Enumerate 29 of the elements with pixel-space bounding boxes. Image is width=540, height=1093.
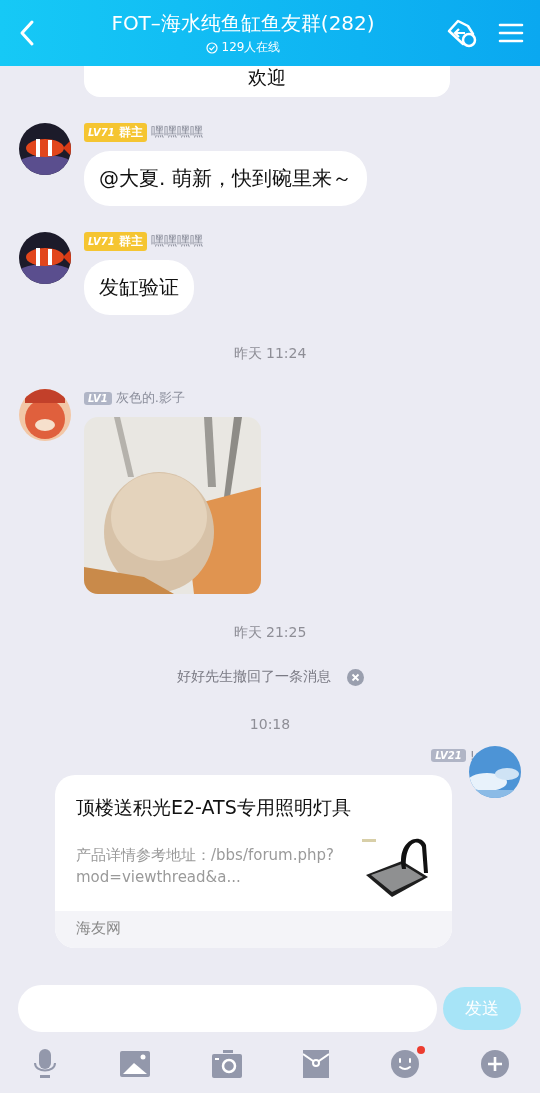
sender-name: 嘿嘿嘿嘿 — [150, 232, 203, 250]
envelope-icon[interactable] — [303, 1050, 330, 1078]
sender-name: ! — [469, 747, 475, 763]
link-description: 产品详情参考地址：/bbs/forum.php?mod=viewthread&a... — [76, 845, 335, 888]
online-count: 129人在线 — [221, 39, 281, 56]
chat-title: FOT–海水纯鱼缸鱼友群(282) — [111, 10, 375, 37]
plus-icon[interactable] — [481, 1050, 509, 1078]
recall-notice: 好好先生撤回了一条消息 — [176, 668, 331, 686]
smiley-icon[interactable] — [391, 1050, 420, 1078]
timestamp: 昨天 11:24 — [232, 345, 308, 363]
timestamp: 昨天 21:25 — [232, 624, 308, 642]
link-title: 顶楼送积光E2-ATS专用照明灯具 — [75, 795, 352, 820]
image-icon[interactable] — [119, 1051, 150, 1077]
level-badge: LV21 — [431, 748, 466, 762]
check-circle-icon — [205, 41, 218, 54]
message-bubble: @大夏. 萌新，快到碗里来～ — [84, 151, 367, 206]
message-bubble: 发缸验证 — [84, 260, 194, 315]
message-bubble: 欢迎 — [84, 66, 450, 97]
level-badge: LV1 — [84, 391, 112, 405]
microphone-icon[interactable] — [32, 1048, 58, 1080]
link-source: 海友网 — [55, 911, 452, 948]
link-card[interactable]: 顶楼送积光E2-ATS专用照明灯具 产品详情参考地址：/bbs/forum.php?mod=viewthread&a... 海友网 — [55, 775, 452, 948]
camera-icon[interactable] — [211, 1050, 242, 1078]
timestamp: 10:18 — [248, 716, 292, 732]
level-badge: LV71 群主 — [84, 231, 147, 251]
sender-name: 嘿嘿嘿嘿 — [150, 123, 203, 141]
sender-name: 灰色的.影子 — [115, 389, 185, 407]
close-icon[interactable] — [346, 668, 364, 686]
level-badge: LV71 群主 — [84, 122, 147, 142]
